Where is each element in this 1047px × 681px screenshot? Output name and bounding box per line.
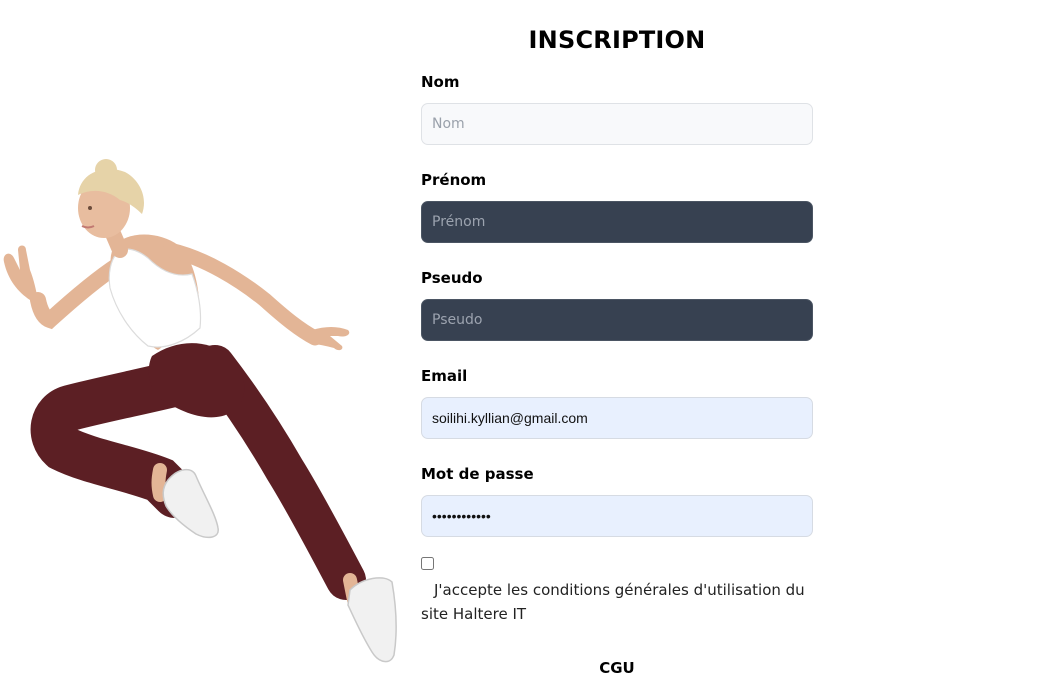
- pseudo-input[interactable]: [421, 299, 813, 341]
- hero-image: [0, 150, 410, 670]
- terms-checkbox[interactable]: [421, 557, 434, 570]
- prenom-label: Prénom: [421, 171, 487, 189]
- nom-label: Nom: [421, 73, 460, 91]
- prenom-input[interactable]: [421, 201, 813, 243]
- pseudo-label: Pseudo: [421, 269, 483, 287]
- running-woman-icon: [3, 159, 397, 663]
- password-label: Mot de passe: [421, 465, 534, 483]
- email-input[interactable]: [421, 397, 813, 439]
- signup-page: INSCRIPTION Nom Prénom Pseudo Email Mot …: [0, 0, 1047, 681]
- page-title: INSCRIPTION: [528, 26, 706, 54]
- nom-input[interactable]: [421, 103, 813, 145]
- terms-label: J'accepte les conditions générales d'uti…: [421, 581, 805, 623]
- email-label: Email: [421, 367, 468, 385]
- password-input[interactable]: [421, 495, 813, 537]
- cgu-link[interactable]: CGU: [421, 659, 813, 677]
